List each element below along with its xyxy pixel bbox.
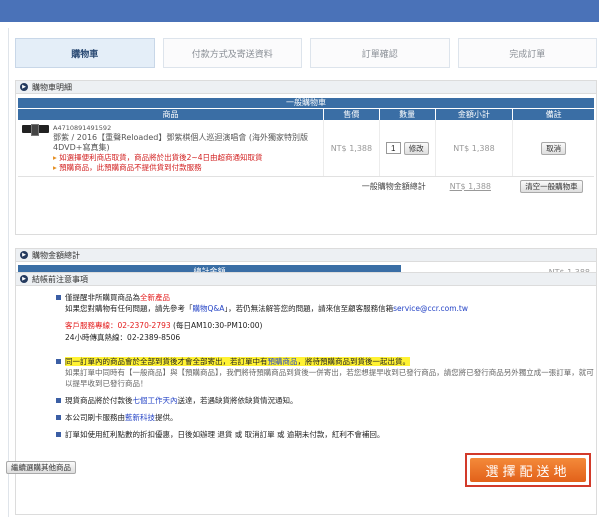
hotline-number: 客戶服務專線：02-2370-2793 <box>65 321 171 330</box>
note-item: 訂單如使用紅利點數的折扣優惠，日後如辦理 退貨 或 取消訂單 或 逾期未付款，紅… <box>56 429 596 440</box>
arrow-circle-icon: ▶ <box>20 275 28 283</box>
cart-total-label: 一般購物金額總計 <box>361 181 426 191</box>
cart-group-title: 一般購物車 <box>18 98 594 108</box>
item-subtotal: NT$ 1,388 <box>434 120 513 176</box>
cart-table-header: 商品 售價 數量 金額小計 備註 <box>18 108 594 120</box>
cart-section: ▶ 購物車明細 一般購物車 商品 售價 數量 金額小計 備註 A47108914… <box>15 80 597 235</box>
select-delivery-highlight: 選擇配送地 <box>465 453 591 487</box>
continue-shopping-button[interactable]: 繼續選購其他商品 <box>6 461 76 474</box>
hotline: 客戶服務專線：02-2370-2793 (每日AM10:30-PM10:00) <box>56 320 596 332</box>
select-delivery-button[interactable]: 選擇配送地 <box>470 458 586 482</box>
cart-section-title: 購物車明細 <box>32 82 72 92</box>
preorder-link[interactable]: 預購商品 <box>268 357 298 366</box>
cart-item-row: A4710891491592 鄧紫 / 2016【重聲Reloaded】鄧紫棋個… <box>18 120 594 177</box>
product-cell: A4710891491592 鄧紫 / 2016【重聲Reloaded】鄧紫棋個… <box>18 120 323 176</box>
cart-total-row: 一般購物金額總計 NT$ 1,388 清空一般購物車 <box>18 177 594 195</box>
col-price: 售價 <box>322 109 379 120</box>
cart-total-value: NT$ 1,388 <box>449 181 491 191</box>
product-code: A4710891491592 <box>53 124 112 132</box>
new-product-link[interactable]: 全新產品 <box>140 293 170 302</box>
checkout-steps: 購物車 付款方式及寄送資料 訂單確認 完成訂單 <box>15 38 597 68</box>
step-order-confirm: 訂單確認 <box>310 38 450 68</box>
notes-section-header: ▶ 結帳前注意事項 <box>16 273 596 286</box>
checkout-page: 購物車 付款方式及寄送資料 訂單確認 完成訂單 ▶ 購物車明細 一般購物車 商品… <box>8 28 599 517</box>
preorder-warning: 預購商品，此預購商品不提供貨到付款服務 <box>53 163 319 173</box>
faq-link[interactable]: 購物Q&A <box>193 304 225 313</box>
cancel-item-button[interactable]: 取消 <box>541 141 567 155</box>
col-qty: 數量 <box>378 109 435 120</box>
arrow-circle-icon: ▶ <box>20 251 28 259</box>
note-item: 同一訂單內的商品會於全部到貨後才會全部寄出，若訂單中有預購商品，將待預購商品到貨… <box>56 356 596 389</box>
note-item: 僅提醒非所購買商品為全新產品 如果您對購物有任何問題，請先參考「購物Q&A」，若… <box>56 292 596 314</box>
col-subtotal: 金額小計 <box>434 109 513 120</box>
pickup-warning: 如選擇便利商店取貨，商品將於出貨後2~4日由超商通知取貨 <box>53 153 319 163</box>
note-cell: 取消 <box>512 120 594 176</box>
hotline-hours: (每日AM10:30-PM10:00) <box>173 321 263 330</box>
col-note: 備註 <box>512 109 594 120</box>
product-name[interactable]: 鄧紫 / 2016【重聲Reloaded】鄧紫棋個人巡迴演唱會 (海外獨家特別版… <box>53 133 319 153</box>
step-cart: 購物車 <box>15 38 155 68</box>
summary-section-title: 購物金額總計 <box>32 250 80 260</box>
fax-line: 24小時傳真熱線：02-2389-8506 <box>65 333 181 342</box>
update-qty-button[interactable]: 修改 <box>403 141 429 155</box>
product-price: NT$ 1,388 <box>323 120 379 176</box>
top-bar <box>0 0 599 22</box>
continue-shopping-wrap: 繼續選購其他商品 <box>6 461 76 474</box>
product-thumbnail[interactable] <box>22 124 49 136</box>
clear-cart-button[interactable]: 清空一般購物車 <box>520 179 583 193</box>
summary-section-header: ▶ 購物金額總計 <box>16 249 596 262</box>
notes-section-title: 結帳前注意事項 <box>32 274 88 284</box>
note-item: 現貨商品將於付款後七個工作天內送達，若遇缺貨將依缺貨情況通知。 <box>56 395 596 406</box>
work-days-link[interactable]: 七個工作天內 <box>133 396 178 405</box>
step-complete: 完成訂單 <box>457 38 597 68</box>
note-item: 本公司刷卡服務由藍新科技提供。 <box>56 412 596 423</box>
cart-section-header: ▶ 購物車明細 <box>16 81 596 94</box>
newebpay-link[interactable]: 藍新科技 <box>125 413 155 422</box>
quantity-input[interactable] <box>385 142 401 154</box>
arrow-circle-icon: ▶ <box>20 83 28 91</box>
col-product: 商品 <box>162 110 179 119</box>
step-payment-shipping: 付款方式及寄送資料 <box>162 38 302 68</box>
qty-cell: 修改 <box>378 120 435 176</box>
clear-cart-cell: 清空一般購物車 <box>509 179 594 193</box>
service-email-link[interactable]: service@ccr.com.tw <box>393 304 468 313</box>
